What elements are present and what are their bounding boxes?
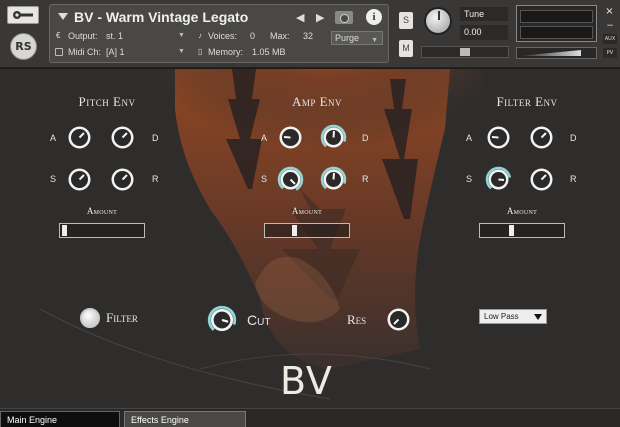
filter-amount-thumb[interactable] bbox=[509, 225, 514, 236]
midi-label: Midi Ch: bbox=[68, 47, 102, 57]
filter-type-value: Low Pass bbox=[484, 312, 519, 321]
camera-icon[interactable] bbox=[335, 11, 353, 24]
chevron-down-icon bbox=[534, 314, 542, 320]
cutoff-knob[interactable] bbox=[207, 305, 237, 335]
resonance-knob[interactable] bbox=[385, 306, 412, 333]
filter-env-title: Filter Env bbox=[496, 94, 558, 109]
wrench-icon bbox=[13, 11, 33, 19]
filter-decay-knob[interactable] bbox=[528, 124, 555, 151]
tab-main-engine[interactable]: Main Engine bbox=[0, 411, 120, 427]
bv-logo: BV bbox=[280, 359, 333, 403]
filter-d-label: D bbox=[570, 133, 577, 143]
filter-s-label: S bbox=[466, 174, 473, 184]
memory-label: Memory: bbox=[208, 47, 244, 57]
tab-effects-engine[interactable]: Effects Engine bbox=[124, 411, 246, 427]
purge-label: Purge bbox=[335, 33, 360, 43]
pitch-attack-knob[interactable] bbox=[66, 124, 93, 151]
tune-label: Tune bbox=[460, 7, 508, 21]
amp-amount-thumb[interactable] bbox=[292, 225, 297, 236]
midi-row: Midi Ch: [A] 1 ▼ ▯ Memory: 1.05 MB bbox=[50, 46, 388, 60]
output-label: Output: bbox=[68, 31, 98, 41]
prev-instrument-icon[interactable]: ◀ bbox=[296, 11, 304, 24]
filter-r-label: R bbox=[570, 174, 577, 184]
rs-logo: RS bbox=[10, 33, 37, 60]
amp-s-label: S bbox=[261, 174, 268, 184]
meter-left bbox=[520, 10, 593, 23]
mute-button[interactable]: M bbox=[399, 40, 413, 57]
volume-slider[interactable] bbox=[516, 47, 597, 59]
pitch-env-title: Pitch Env bbox=[78, 94, 136, 109]
voices-label: Voices: bbox=[208, 31, 238, 41]
amp-release-knob[interactable] bbox=[320, 166, 347, 193]
amp-r-label: R bbox=[362, 174, 369, 184]
background-artwork bbox=[0, 69, 620, 408]
amp-amount-label: Amount bbox=[291, 206, 323, 216]
voices-icon: ♪ bbox=[198, 31, 202, 40]
amp-a-label: A bbox=[261, 133, 268, 143]
purge-dropdown[interactable]: Purge ▼ bbox=[331, 31, 383, 45]
next-instrument-icon[interactable]: ▶ bbox=[316, 11, 324, 24]
filter-attack-knob[interactable] bbox=[485, 124, 512, 151]
pitch-amount-label: Amount bbox=[86, 206, 118, 216]
output-dropdown-icon[interactable]: ▼ bbox=[178, 32, 185, 39]
tune-value[interactable]: 0.00 bbox=[460, 25, 508, 40]
instrument-header: RS BV - Warm Vintage Legato ◀ ▶ i € Outp… bbox=[0, 0, 620, 68]
pitch-amount-slider[interactable] bbox=[59, 223, 145, 238]
info-icon[interactable]: i bbox=[366, 9, 382, 25]
filter-a-label: A bbox=[466, 133, 473, 143]
pitch-d-label: D bbox=[152, 133, 159, 143]
max-value[interactable]: 32 bbox=[303, 31, 313, 41]
filter-sustain-knob[interactable] bbox=[485, 166, 512, 193]
instrument-panel: BV - Warm Vintage Legato ◀ ▶ i € Output:… bbox=[49, 4, 389, 63]
instrument-name[interactable]: BV - Warm Vintage Legato bbox=[74, 9, 248, 25]
max-label: Max: bbox=[270, 31, 290, 41]
memory-value: 1.05 MB bbox=[252, 47, 286, 57]
instrument-menu-caret-icon[interactable] bbox=[58, 13, 68, 20]
pan-slider[interactable] bbox=[421, 46, 509, 58]
output-icon: € bbox=[56, 31, 61, 40]
instrument-body: Pitch Env Amp Env Filter Env A D S R A D… bbox=[0, 69, 620, 408]
amp-amount-slider[interactable] bbox=[264, 223, 350, 238]
minimize-icon[interactable]: − bbox=[603, 22, 617, 32]
filter-type-select[interactable]: Low Pass bbox=[479, 309, 547, 324]
solo-button[interactable]: S bbox=[399, 12, 413, 29]
voices-value: 0 bbox=[250, 31, 256, 41]
pitch-amount-thumb[interactable] bbox=[62, 225, 67, 236]
filter-amount-label: Amount bbox=[506, 206, 538, 216]
amp-d-label: D bbox=[362, 133, 369, 143]
meter-right bbox=[520, 26, 593, 39]
midi-dropdown-icon[interactable]: ▼ bbox=[178, 48, 185, 55]
pitch-r-label: R bbox=[152, 174, 159, 184]
filter-amount-slider[interactable] bbox=[479, 223, 565, 238]
midi-value[interactable]: [A] 1 bbox=[106, 47, 125, 57]
close-icon[interactable]: × bbox=[603, 5, 616, 18]
midi-icon bbox=[55, 48, 63, 56]
pv-button[interactable]: PV bbox=[603, 48, 617, 58]
filter-toggle[interactable] bbox=[80, 308, 100, 328]
aux-button[interactable]: AUX bbox=[603, 34, 617, 44]
filter-label: Filter bbox=[106, 310, 138, 325]
pitch-release-knob[interactable] bbox=[109, 166, 136, 193]
amp-decay-knob[interactable] bbox=[320, 124, 347, 151]
level-meter bbox=[516, 5, 597, 42]
filter-release-knob[interactable] bbox=[528, 166, 555, 193]
engine-tabs: Main Engine Effects Engine bbox=[0, 408, 620, 427]
wrench-button[interactable] bbox=[7, 6, 39, 24]
cut-label: Cut bbox=[247, 312, 271, 328]
memory-icon: ▯ bbox=[198, 47, 203, 56]
pan-slider-thumb[interactable] bbox=[460, 48, 470, 56]
pitch-sustain-knob[interactable] bbox=[66, 166, 93, 193]
tune-knob[interactable] bbox=[424, 7, 452, 35]
amp-env-title: Amp Env bbox=[291, 94, 343, 109]
amp-attack-knob[interactable] bbox=[277, 124, 304, 151]
amp-sustain-knob[interactable] bbox=[277, 166, 304, 193]
pitch-a-label: A bbox=[50, 133, 57, 143]
output-value[interactable]: st. 1 bbox=[106, 31, 123, 41]
pitch-s-label: S bbox=[50, 174, 57, 184]
pitch-decay-knob[interactable] bbox=[109, 124, 136, 151]
res-label: Res bbox=[347, 312, 367, 327]
